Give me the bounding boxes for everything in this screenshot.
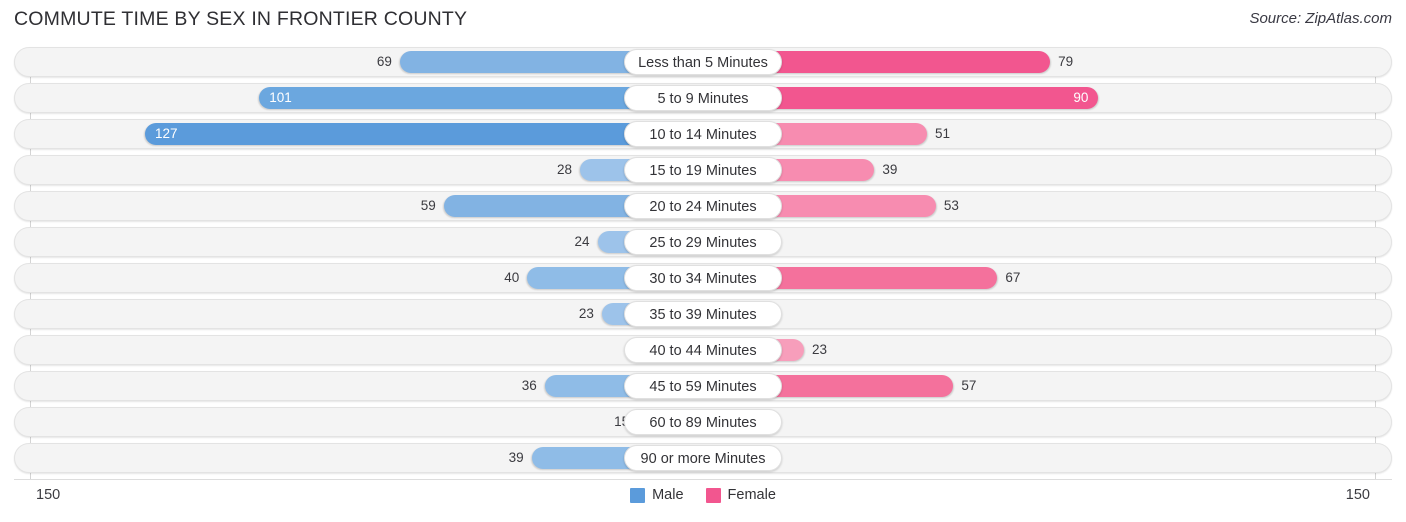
value-label-male: 39 — [508, 450, 524, 465]
chart-row: 15960 to 89 Minutes — [14, 407, 1392, 437]
chart-row: 231035 to 39 Minutes — [14, 299, 1392, 329]
category-label: 60 to 89 Minutes — [624, 409, 782, 435]
value-label-female: 57 — [961, 378, 977, 393]
bar-male[interactable] — [145, 123, 703, 145]
chart-plot-area: 69 79 Less than 5 Minutes 101 90 5 to 9 Minut… — [0, 47, 1406, 479]
category-label: 25 to 29 Minutes — [624, 229, 782, 255]
legend-label: Male — [652, 487, 684, 503]
chart-row: 24925 to 29 Minutes — [14, 227, 1392, 257]
value-label-female: 79 — [1058, 54, 1074, 69]
value-label-male: 101 — [269, 90, 292, 105]
category-label: 15 to 19 Minutes — [624, 157, 782, 183]
chart-row: 62340 to 44 Minutes — [14, 335, 1392, 365]
chart-row: 101 90 5 to 9 Minutes — [14, 83, 1392, 113]
category-label: 20 to 24 Minutes — [624, 193, 782, 219]
chart-legend: Male Female — [0, 487, 1406, 503]
source-attribution: Source: ZipAtlas.com — [1249, 10, 1392, 27]
legend-swatch-icon — [705, 487, 721, 503]
chart-row: 36 57 45 to 59 Minutes — [14, 371, 1392, 401]
category-label: 35 to 39 Minutes — [624, 301, 782, 327]
value-label-male: 36 — [521, 378, 537, 393]
value-label-female: 39 — [882, 162, 898, 177]
category-label: 40 to 44 Minutes — [624, 337, 782, 363]
page-title: COMMUTE TIME BY SEX IN FRONTIER COUNTY — [14, 8, 468, 30]
chart-row: 28 39 15 to 19 Minutes — [14, 155, 1392, 185]
chart-row: 40 67 30 to 34 Minutes — [14, 263, 1392, 293]
value-label-male: 69 — [376, 54, 392, 69]
category-label: 30 to 34 Minutes — [624, 265, 782, 291]
value-label-male: 24 — [574, 234, 590, 249]
chart-row: 127 51 10 to 14 Minutes — [14, 119, 1392, 149]
chart-row: 59 53 20 to 24 Minutes — [14, 191, 1392, 221]
chart-header: COMMUTE TIME BY SEX IN FRONTIER COUNTY S… — [0, 0, 1406, 42]
value-label-female: 53 — [943, 198, 959, 213]
value-label-female: 51 — [935, 126, 951, 141]
category-label: 45 to 59 Minutes — [624, 373, 782, 399]
legend-label: Female — [727, 487, 776, 503]
value-label-male: 15 — [614, 414, 630, 429]
legend-item[interactable]: Female — [705, 487, 776, 503]
footer-divider — [14, 479, 1392, 480]
category-label: 90 or more Minutes — [624, 445, 782, 471]
category-label: Less than 5 Minutes — [624, 49, 782, 75]
category-label: 5 to 9 Minutes — [624, 85, 782, 111]
value-label-female: 23 — [812, 342, 828, 357]
value-label-male: 40 — [504, 270, 520, 285]
legend-item[interactable]: Male — [630, 487, 684, 503]
value-label-female: 67 — [1005, 270, 1021, 285]
value-label-male: 127 — [155, 126, 178, 141]
legend-swatch-icon — [630, 487, 646, 503]
value-label-male: 23 — [578, 306, 594, 321]
category-label: 10 to 14 Minutes — [624, 121, 782, 147]
chart-footer: 150 150 Male Female — [0, 479, 1406, 522]
chart-row: 39490 or more Minutes — [14, 443, 1392, 473]
value-label-male: 59 — [420, 198, 436, 213]
value-label-male: 28 — [556, 162, 572, 177]
chart-row: 69 79 Less than 5 Minutes — [14, 47, 1392, 77]
value-label-female: 90 — [1073, 90, 1089, 105]
